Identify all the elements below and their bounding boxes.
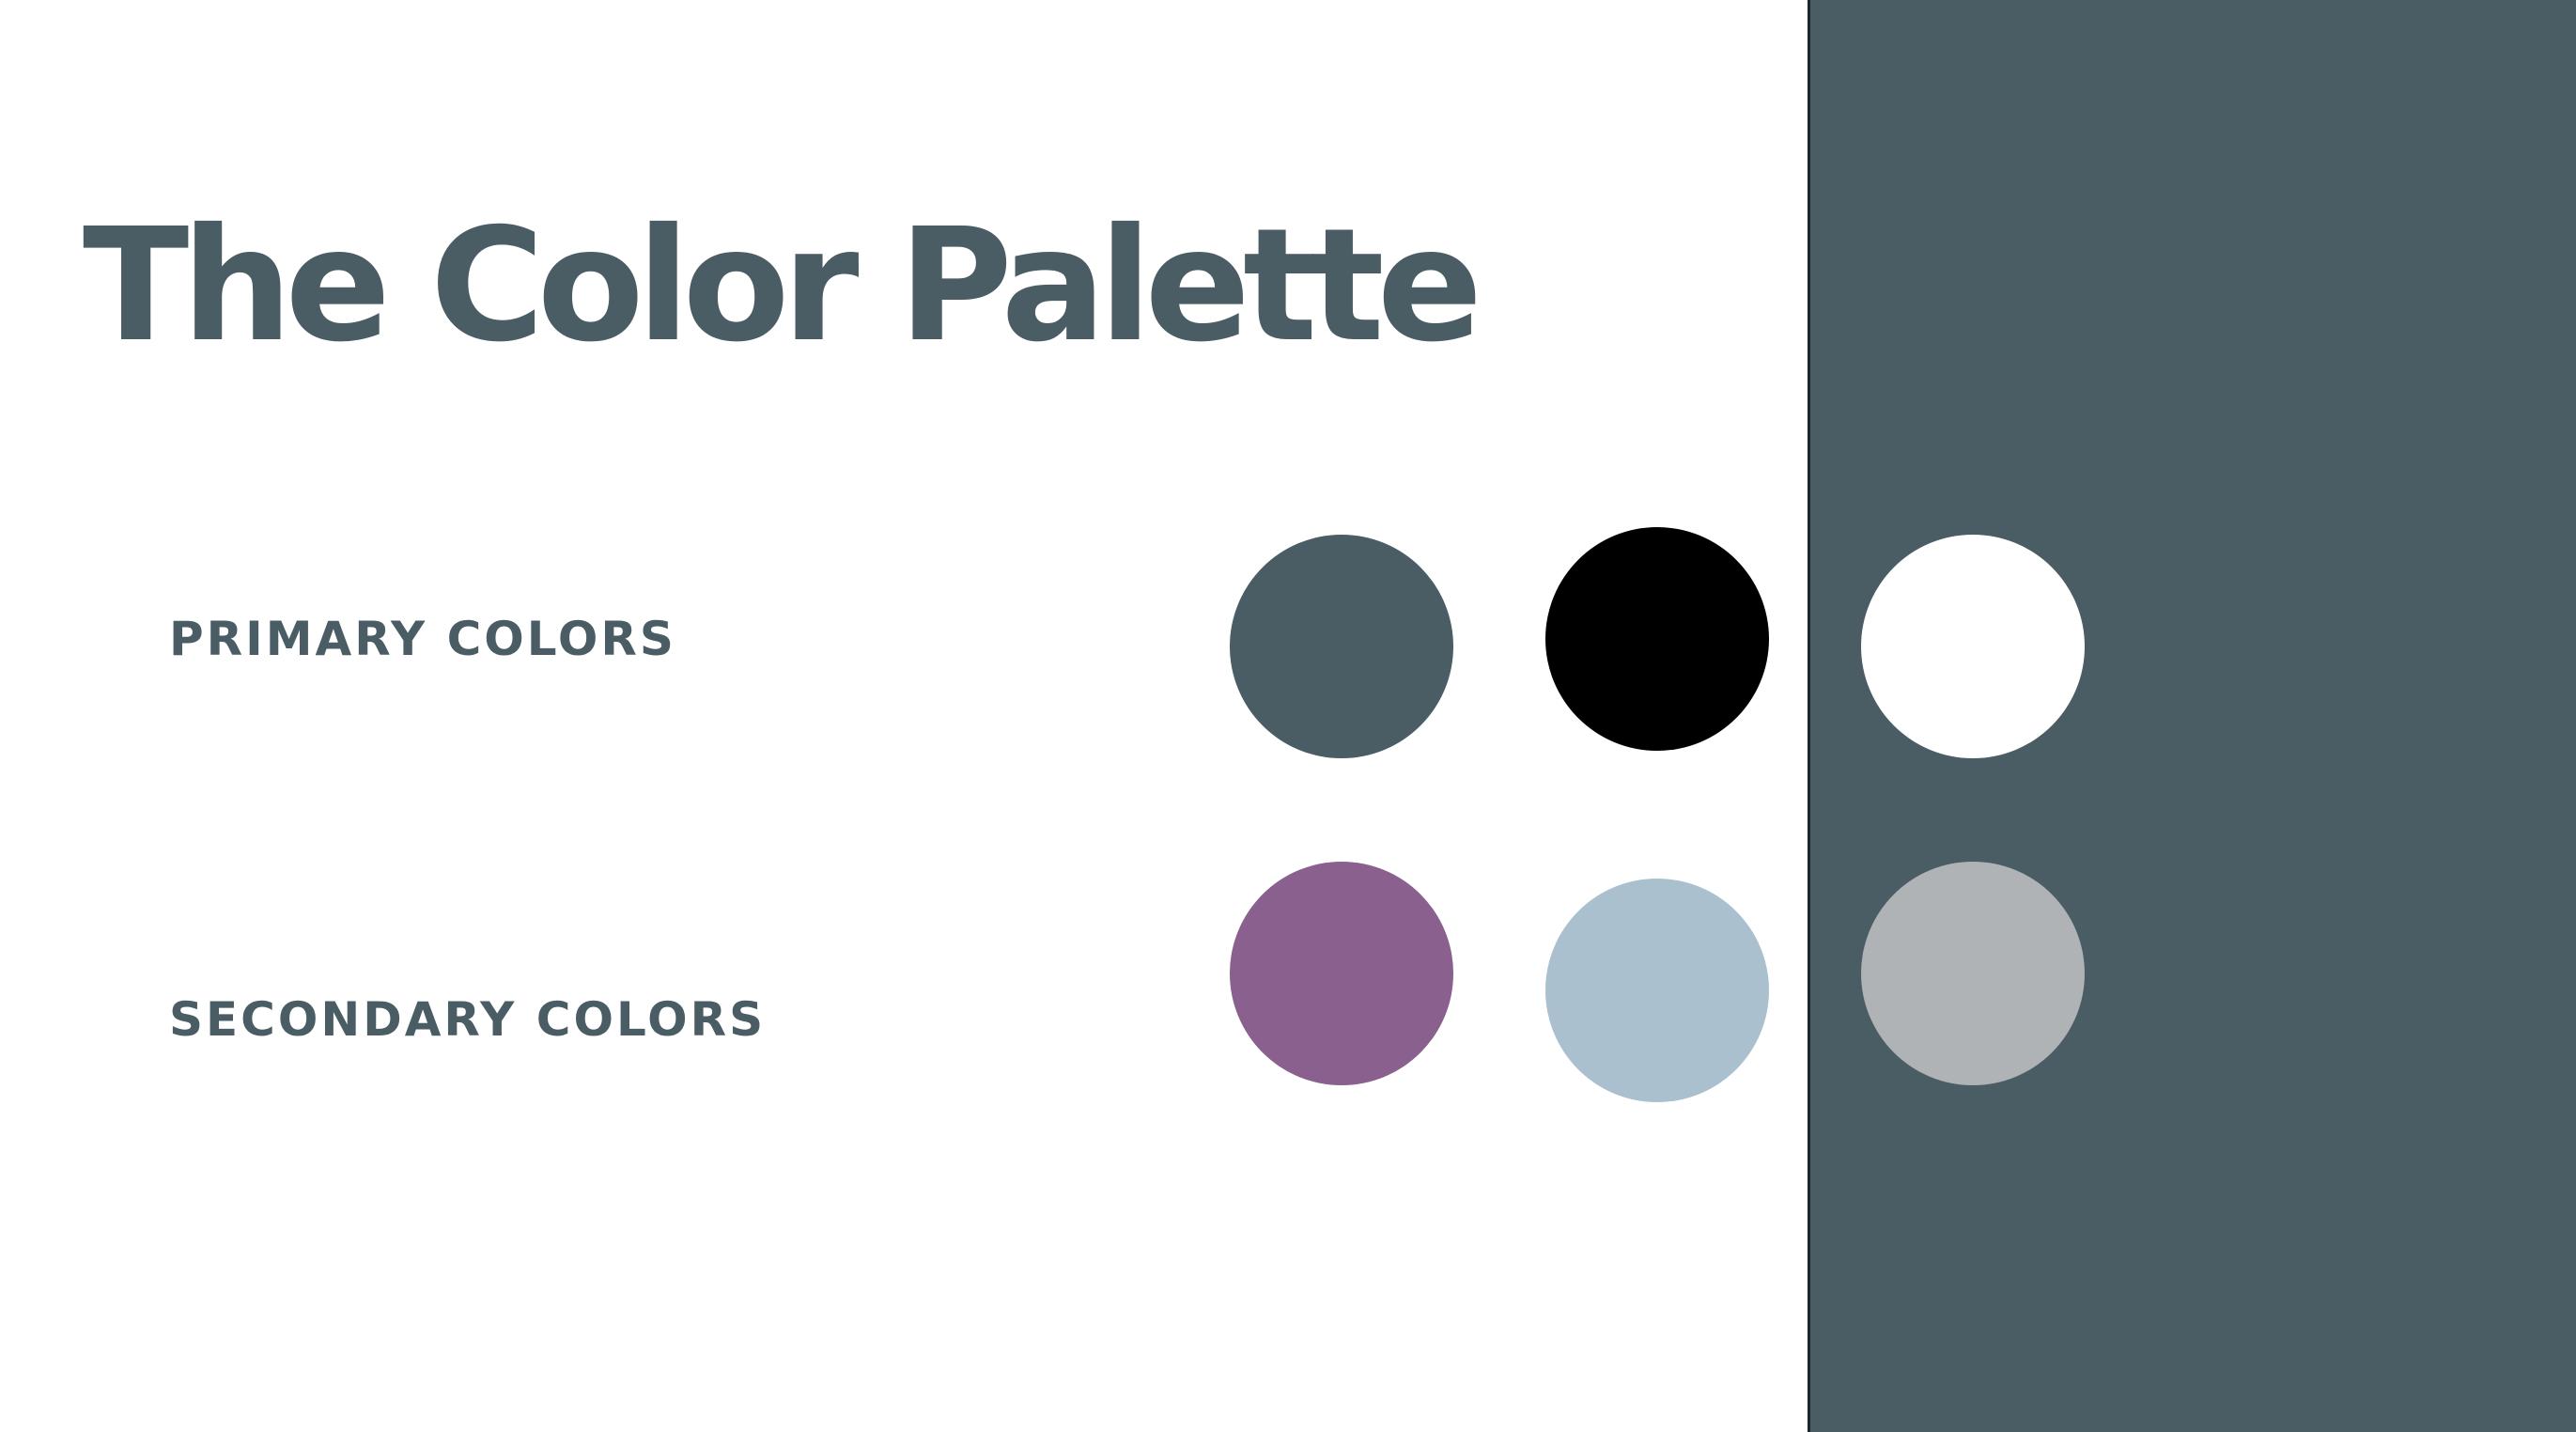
primary-swatch-black <box>1545 527 1769 751</box>
secondary-swatch-gray <box>1861 862 2085 1085</box>
primary-swatch-white <box>1861 535 2085 758</box>
secondary-swatch-light-blue <box>1545 879 1769 1102</box>
primary-swatch-slate <box>1230 535 1453 758</box>
secondary-swatch-purple <box>1230 862 1453 1085</box>
slide-title: The Color Palette <box>83 195 1482 377</box>
secondary-colors-label: SECONDARY COLORS <box>169 992 767 1047</box>
primary-colors-label: PRIMARY COLORS <box>169 612 676 666</box>
color-palette-slide: The Color Palette PRIMARY COLORS SECONDA… <box>0 0 2576 1432</box>
